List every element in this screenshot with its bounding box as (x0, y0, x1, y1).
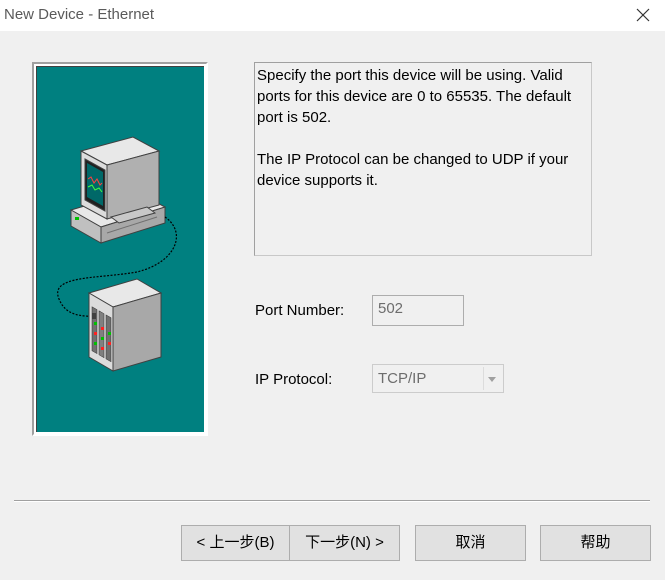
close-icon (636, 8, 650, 22)
back-button[interactable]: < 上一步(B) (181, 525, 290, 561)
description-paragraph-port: Specify the port this device will be usi… (257, 67, 572, 126)
port-number-input[interactable]: 502 (372, 295, 464, 326)
window-title: New Device - Ethernet (4, 6, 155, 23)
description-box: Specify the port this device will be usi… (254, 62, 592, 256)
chevron-down-icon[interactable] (483, 367, 501, 390)
cancel-button[interactable]: 取消 (415, 525, 526, 561)
help-button[interactable]: 帮助 (540, 525, 651, 561)
next-button[interactable]: 下一步(N) > (289, 525, 400, 561)
wizard-illustration (32, 62, 208, 436)
port-number-label: Port Number: (255, 302, 345, 319)
close-button[interactable] (633, 5, 653, 25)
ip-protocol-value: TCP/IP (378, 370, 427, 387)
ip-protocol-select[interactable]: TCP/IP (372, 364, 504, 393)
dialog-window: New Device - Ethernet Specify the port t… (0, 0, 665, 580)
computer-icon (69, 136, 167, 244)
separator (14, 500, 650, 502)
title-bar: New Device - Ethernet (0, 0, 665, 31)
ip-protocol-label: IP Protocol: (255, 371, 333, 388)
description-paragraph-protocol: The IP Protocol can be changed to UDP if… (257, 151, 569, 189)
network-device-icon (87, 278, 163, 372)
